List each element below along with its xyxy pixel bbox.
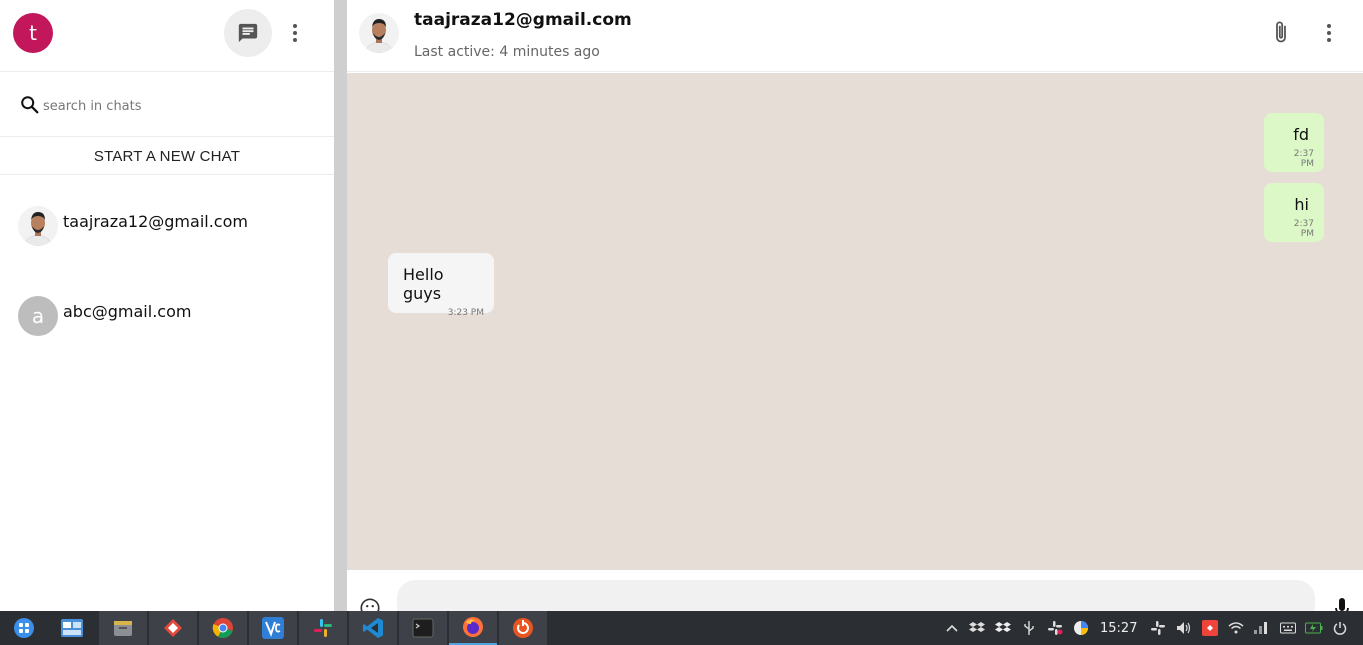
sent-message: hi 2:37 PM	[1264, 183, 1324, 242]
tray-network[interactable]	[1252, 611, 1272, 645]
tray-dropbox-sync[interactable]	[967, 611, 987, 645]
search-bar	[0, 73, 334, 137]
sent-message: fd 2:37 PM	[1264, 113, 1324, 172]
taskbar-app-terminal[interactable]	[399, 611, 447, 645]
chat-item-name: abc@gmail.com	[63, 302, 192, 321]
network-icon	[1254, 622, 1267, 634]
tray-wifi[interactable]	[1226, 611, 1246, 645]
dropbox-icon	[995, 622, 1011, 632]
taskbar-app-workspaces[interactable]	[48, 611, 96, 645]
message-composer	[347, 570, 1363, 611]
attachment-icon[interactable]	[1269, 20, 1293, 46]
terminal-icon	[412, 618, 434, 638]
received-message: Hello guys 3:23 PM	[388, 253, 494, 318]
dropbox-sync-icon	[969, 622, 985, 632]
conversation-menu-button[interactable]	[1317, 17, 1341, 49]
tray-anydesk[interactable]	[1200, 611, 1220, 645]
chat-list-item[interactable]: taajraza12@gmail.com	[0, 176, 334, 266]
contact-avatar[interactable]	[359, 13, 399, 53]
taskbar-app-update[interactable]	[499, 611, 547, 645]
profile-photo-icon	[18, 206, 58, 246]
slack-notification-icon	[1048, 621, 1063, 635]
slack-icon	[1151, 621, 1165, 635]
taskbar-app-files[interactable]	[99, 611, 147, 645]
taskbar: 15:27	[0, 611, 1363, 645]
search-input[interactable]	[43, 95, 313, 117]
git-icon	[164, 619, 182, 637]
tray-app[interactable]	[1071, 611, 1091, 645]
sidebar-header: t	[0, 0, 334, 72]
files-icon	[114, 621, 132, 636]
tray-keyboard[interactable]	[1278, 611, 1298, 645]
more-vertical-icon	[1327, 24, 1331, 42]
search-icon	[21, 96, 39, 114]
message-text: hi	[1294, 195, 1309, 214]
chat-item-name: taajraza12@gmail.com	[63, 212, 248, 231]
anydesk-icon	[1202, 620, 1218, 636]
vscode-alt-icon	[262, 617, 284, 639]
avatar-letter: a	[31, 304, 45, 328]
taskbar-app-firefox[interactable]	[449, 611, 497, 645]
conversation-panel: taajraza12@gmail.com Last active: 4 minu…	[347, 0, 1363, 611]
message-list[interactable]: fd 2:37 PM hi 2:37 PM Hello guys 3:23 PM	[347, 73, 1363, 570]
taskbar-app-vscode[interactable]	[349, 611, 397, 645]
taskbar-app-vscode-alt[interactable]	[249, 611, 297, 645]
message-time: 2:37 PM	[1293, 219, 1314, 239]
profile-photo-icon	[359, 13, 399, 53]
update-icon	[513, 618, 533, 638]
tray-slack[interactable]	[1045, 611, 1065, 645]
slack-icon	[314, 619, 332, 637]
panel-divider[interactable]	[334, 0, 347, 611]
more-vertical-icon	[293, 24, 297, 42]
tray-dropbox[interactable]	[993, 611, 1013, 645]
chat-list-item[interactable]: a abc@gmail.com	[0, 266, 334, 356]
message-input[interactable]	[397, 580, 1315, 611]
tray-power[interactable]	[1330, 611, 1350, 645]
message-time: 3:23 PM	[447, 308, 484, 318]
usb-icon	[1024, 621, 1034, 635]
wifi-icon	[1228, 622, 1244, 634]
power-icon	[1333, 622, 1347, 635]
chat-app: t START A NEW CHAT	[0, 0, 1363, 611]
workspaces-icon	[61, 619, 83, 637]
clock[interactable]: 15:27	[1100, 611, 1137, 645]
microphone-icon[interactable]	[1333, 598, 1351, 611]
message-time: 2:37 PM	[1293, 149, 1314, 169]
tray-battery[interactable]	[1304, 611, 1324, 645]
start-new-chat-button[interactable]: START A NEW CHAT	[0, 138, 334, 175]
firefox-icon	[463, 617, 483, 637]
chat-icon	[238, 23, 258, 43]
tray-usb[interactable]	[1019, 611, 1039, 645]
new-chat-button[interactable]	[224, 9, 272, 57]
contact-avatar	[18, 206, 58, 246]
keyboard-icon	[1280, 622, 1296, 634]
message-text: Hello guys	[403, 265, 444, 303]
taskbar-app-chrome[interactable]	[199, 611, 247, 645]
contact-avatar: a	[18, 296, 58, 336]
sidebar: t START A NEW CHAT	[0, 0, 334, 611]
taskbar-app-slack[interactable]	[299, 611, 347, 645]
user-initial: t	[29, 21, 37, 45]
contact-name: taajraza12@gmail.com	[414, 10, 632, 30]
chevron-up-icon	[946, 624, 958, 632]
colorful-app-icon	[1074, 621, 1088, 635]
chrome-icon	[212, 618, 233, 638]
tray-slack-2[interactable]	[1148, 611, 1168, 645]
battery-charging-icon	[1305, 622, 1323, 634]
volume-icon	[1177, 622, 1191, 634]
emoji-icon[interactable]	[359, 597, 381, 611]
message-text: fd	[1293, 125, 1309, 144]
last-active-status: Last active: 4 minutes ago	[414, 44, 600, 60]
sidebar-menu-button[interactable]	[283, 17, 307, 49]
launcher-icon	[14, 618, 34, 638]
user-avatar[interactable]: t	[13, 13, 53, 53]
vscode-icon	[363, 618, 383, 638]
tray-volume[interactable]	[1174, 611, 1194, 645]
launcher-button[interactable]	[0, 611, 48, 645]
conversation-header: taajraza12@gmail.com Last active: 4 minu…	[347, 0, 1363, 72]
taskbar-app-git[interactable]	[149, 611, 197, 645]
tray-expand-button[interactable]	[942, 611, 962, 645]
